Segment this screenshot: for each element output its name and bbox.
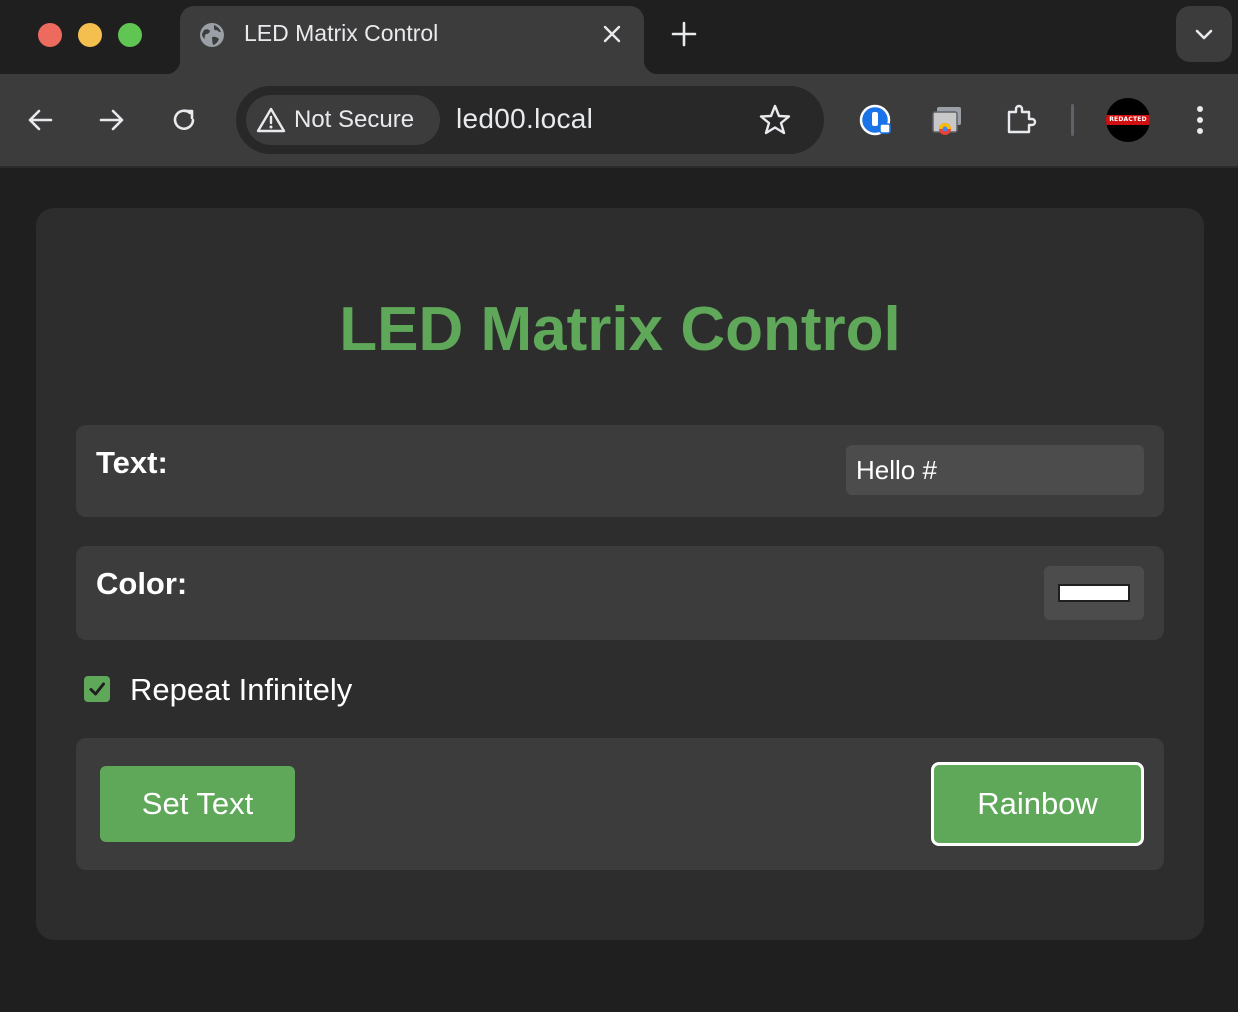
color-row: Color: (76, 546, 1164, 640)
security-chip[interactable]: Not Secure (246, 95, 440, 145)
text-label: Text: (96, 445, 168, 480)
avatar-label: REDACTED (1106, 115, 1150, 125)
rainbow-button[interactable]: Rainbow (931, 762, 1144, 846)
tab-search-button[interactable] (1176, 6, 1232, 62)
color-picker[interactable] (1044, 566, 1144, 620)
password-manager-extension-icon[interactable] (858, 102, 894, 138)
bookmark-star-icon[interactable] (758, 103, 792, 137)
more-menu-icon[interactable] (1184, 102, 1216, 138)
color-swatch (1058, 584, 1130, 602)
text-row: Text: (76, 425, 1164, 517)
window-maximize-button[interactable] (118, 23, 142, 47)
window-minimize-button[interactable] (78, 23, 102, 47)
extensions-puzzle-icon[interactable] (1003, 102, 1039, 138)
address-bar[interactable]: Not Secure led00.local (236, 86, 824, 154)
url-text[interactable]: led00.local (456, 103, 593, 135)
globe-icon (200, 23, 224, 47)
tab-strip: LED Matrix Control (0, 0, 1238, 74)
screen-capture-extension-icon[interactable] (929, 102, 965, 138)
reload-icon[interactable] (168, 104, 200, 136)
toolbar-separator (1071, 104, 1074, 136)
browser-tab-active[interactable]: LED Matrix Control (166, 6, 658, 74)
set-text-button[interactable]: Set Text (100, 766, 295, 842)
close-icon[interactable] (600, 22, 624, 46)
tab-title: LED Matrix Control (244, 20, 439, 46)
browser-toolbar: Not Secure led00.local REDACTED (0, 74, 1238, 168)
repeat-label[interactable]: Repeat Infinitely (130, 672, 352, 708)
checkmark-icon (89, 682, 105, 696)
new-tab-plus-icon[interactable] (670, 20, 698, 48)
back-arrow-icon[interactable] (24, 104, 56, 136)
warning-triangle-icon (256, 107, 286, 133)
color-label: Color: (96, 566, 188, 601)
page-title: LED Matrix Control (339, 295, 901, 364)
actions-row: Set Text Rainbow (76, 738, 1164, 870)
security-chip-label: Not Secure (294, 106, 415, 133)
text-input[interactable] (846, 445, 1144, 495)
page-viewport: LED Matrix Control Text: Color: Repeat I… (0, 168, 1238, 1012)
control-card: LED Matrix Control Text: Color: Repeat I… (36, 208, 1204, 940)
profile-avatar[interactable]: REDACTED (1106, 98, 1150, 142)
forward-arrow-icon[interactable] (96, 104, 128, 136)
window-close-button[interactable] (38, 23, 62, 47)
chevron-down-icon (1195, 29, 1213, 40)
repeat-checkbox[interactable] (84, 676, 110, 702)
